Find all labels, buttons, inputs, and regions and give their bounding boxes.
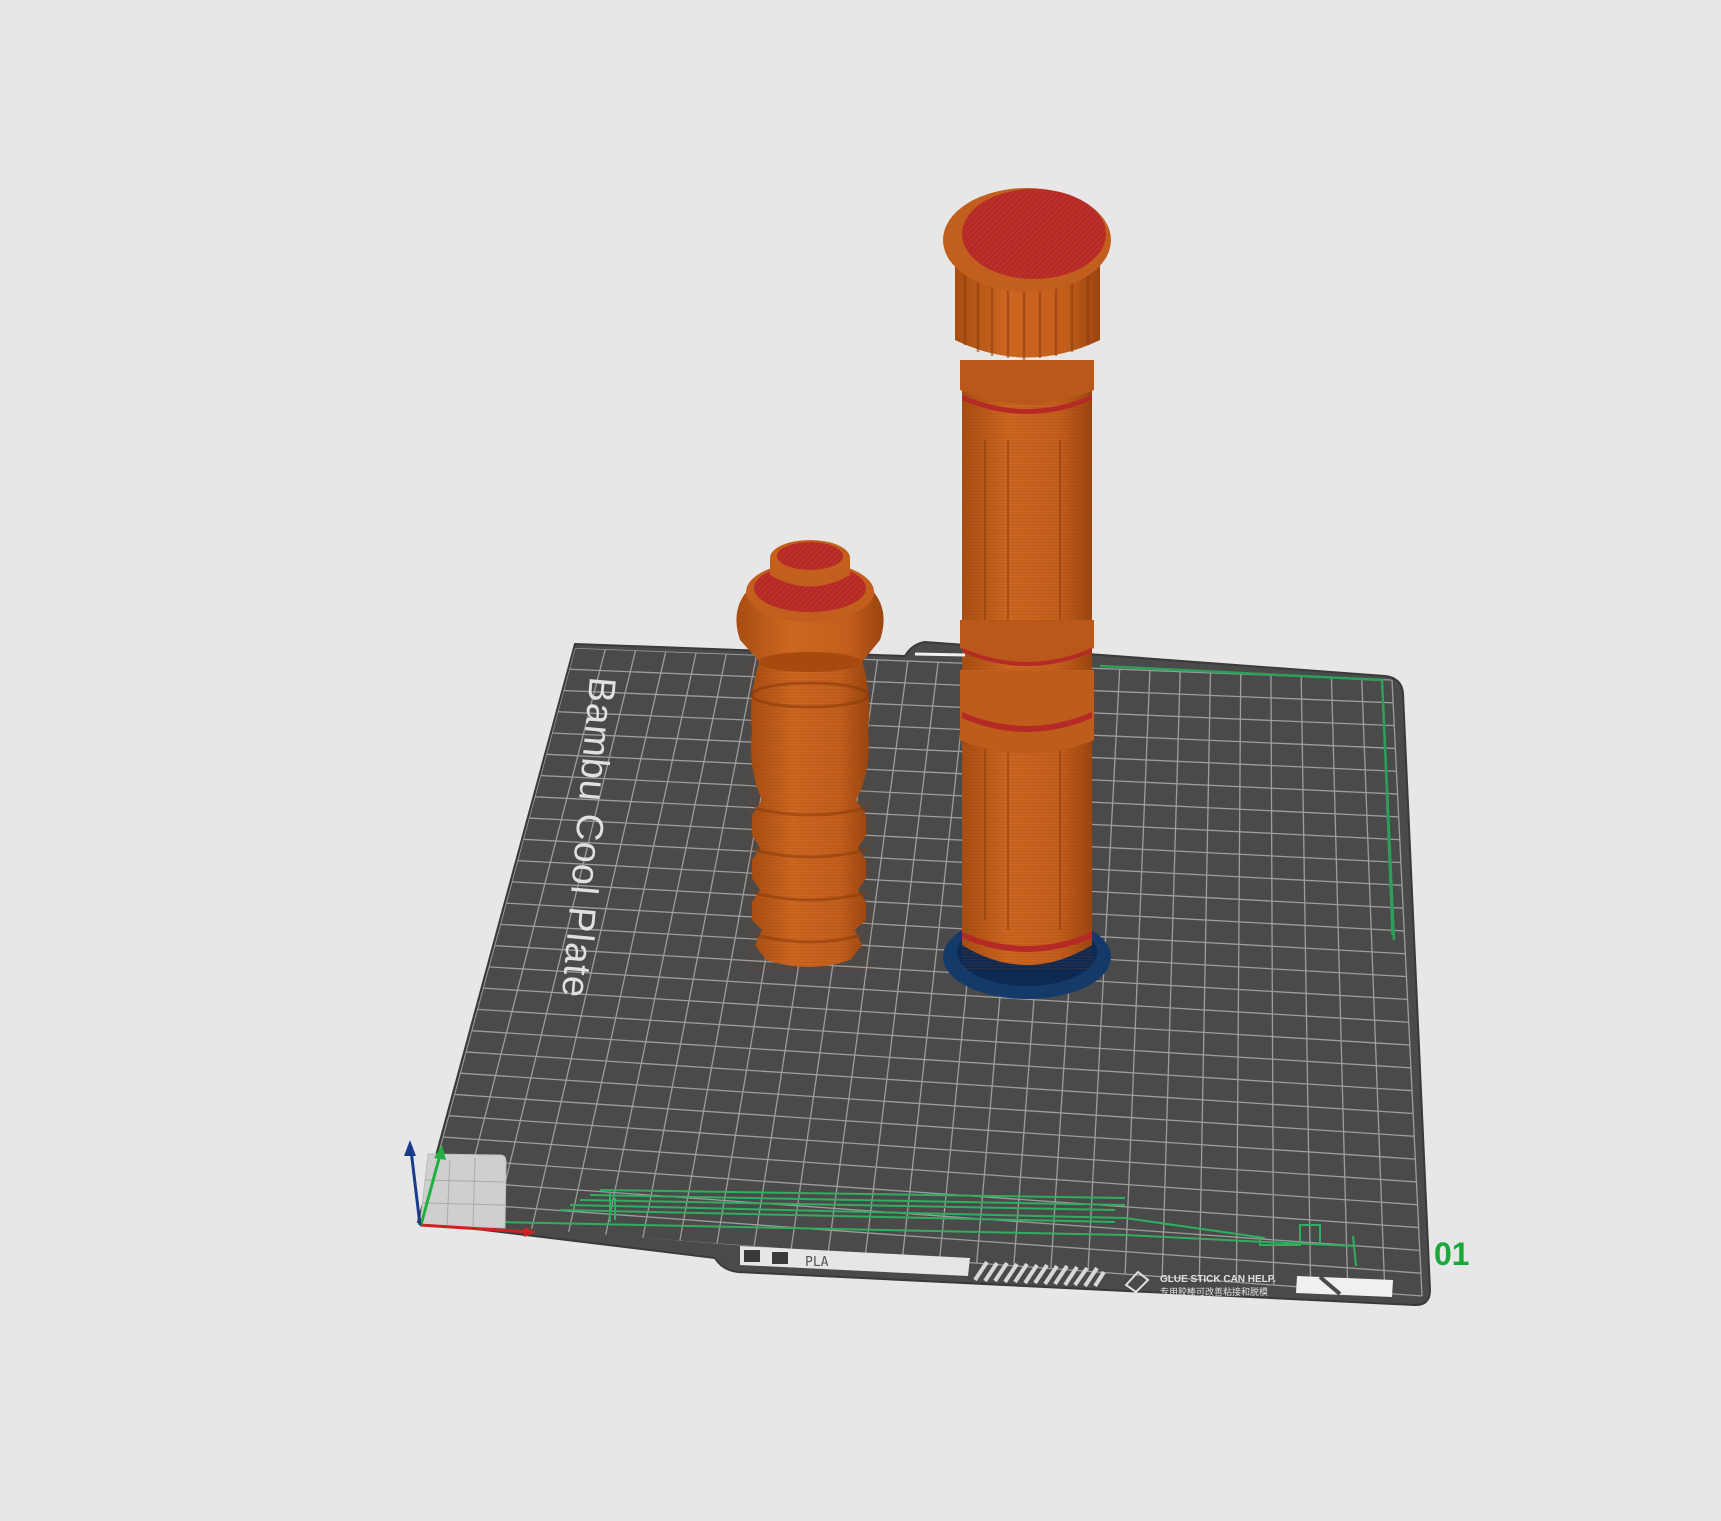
3d-viewport[interactable]: Bambu Cool Plate PLA GLUE STICK CAN HELP…	[0, 0, 1721, 1516]
z-axis-arrow	[404, 1140, 416, 1156]
plate-number[interactable]: 01	[1434, 1236, 1470, 1272]
plate-tab-highlight	[914, 652, 966, 657]
build-plate[interactable]: Bambu Cool Plate PLA GLUE STICK CAN HELP…	[416, 640, 1470, 1307]
sticker-text-en: GLUE STICK CAN HELP.	[1160, 1274, 1276, 1285]
z-axis-line	[409, 1149, 422, 1226]
model-tall-cylinder-part[interactable]	[943, 188, 1111, 999]
sticker-text-cn: 专用胶棒可改善粘接和脱模	[1160, 1286, 1268, 1297]
filament-type-label: PLA	[805, 1255, 829, 1270]
origin-patch	[419, 1153, 507, 1229]
model-short-ribbed-part[interactable]	[736, 540, 884, 970]
